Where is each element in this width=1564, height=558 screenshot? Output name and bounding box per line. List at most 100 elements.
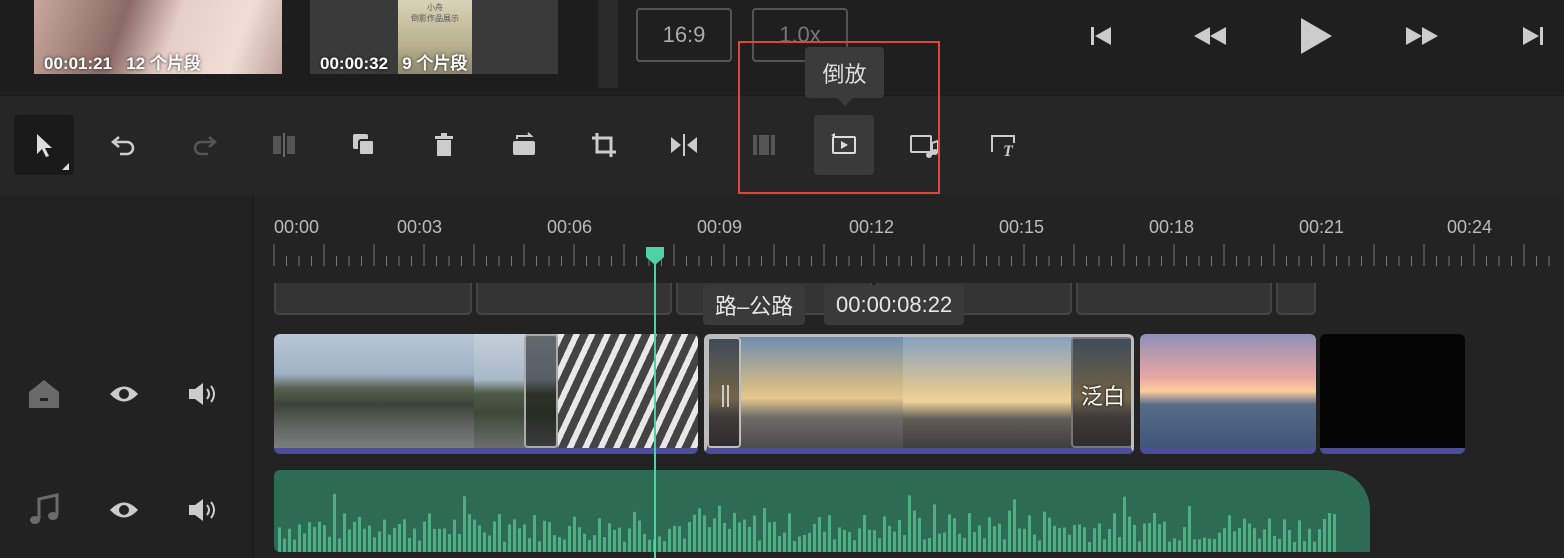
mirror-button[interactable] [654,115,714,175]
select-tool[interactable] [14,115,74,175]
waveform-bar [1213,538,1216,552]
waveform-bar [963,538,966,552]
waveform-bar [483,532,486,552]
waveform-bar [573,516,576,552]
timeline[interactable]: 00:00 00:03 00:06 00:09 00:12 00:15 00:1… [256,196,1564,558]
speaker-icon[interactable] [184,490,224,530]
text-button[interactable]: T [974,115,1034,175]
video-clip[interactable] [274,334,698,454]
waveform-bar [688,522,691,552]
waveform-bar [1188,506,1191,552]
waveform-bar [1193,539,1196,552]
skip-to-end-icon[interactable] [1518,14,1548,58]
waveform-bar [1003,539,1006,552]
undo-icon [111,136,135,156]
waveform-bar [1243,518,1246,552]
crop-button[interactable] [574,115,634,175]
waveform-bar [1123,496,1126,552]
home-icon[interactable] [24,374,64,414]
waveform-bar [383,519,386,552]
waveform-bar [278,527,281,552]
waveform-bar [1023,528,1026,552]
effect-block[interactable] [274,283,472,315]
waveform-bar [953,518,956,552]
speaker-icon[interactable] [184,374,224,414]
crop-icon [592,133,616,157]
waveform-bar [413,528,416,552]
waveform-bar [508,524,511,552]
replace-button[interactable] [494,115,554,175]
replace-icon [513,132,535,155]
waveform-bar [563,539,566,552]
copy-button[interactable] [334,115,394,175]
waveform-bar [693,514,696,552]
waveform-bar [988,517,991,552]
waveform-bar [758,540,761,552]
playhead-handle[interactable] [645,246,665,266]
effect-block[interactable] [1276,283,1316,315]
waveform-bar [1273,535,1276,552]
split-button[interactable] [254,115,314,175]
waveform-bar [1133,524,1136,552]
waveform-bar [1088,541,1091,552]
waveform-bar [738,522,741,552]
video-clip-selected[interactable]: 泛白 [704,334,1134,454]
media-thumbnail[interactable]: 小舟 倒影作品展示 00:00:32 9 个片段 [310,0,558,74]
waveform-bar [478,525,481,552]
waveform-bar [903,535,906,552]
waveform-bar [298,524,301,552]
waveform-bar [373,537,376,552]
waveform-bar [833,539,836,552]
playhead[interactable] [654,248,656,558]
audio-clip[interactable] [274,470,1370,552]
time-ruler[interactable] [256,244,1564,268]
waveform-bar [998,523,1001,552]
waveform-bar [1103,539,1106,552]
redo-button[interactable] [174,115,234,175]
trim-handle-left[interactable] [707,337,741,448]
waveform-bar [993,526,996,552]
waveform-bar [1308,528,1311,552]
video-clip[interactable] [1320,334,1465,454]
media-thumbnail[interactable]: 00:01:21 12 个片段 [34,0,282,74]
waveform-bar [1143,523,1146,552]
effect-block[interactable] [476,283,672,315]
eye-icon[interactable] [104,490,144,530]
effect-block[interactable] [1076,283,1272,315]
waveform-bar [638,520,641,552]
waveform-bar [1058,528,1061,552]
waveform-bar [828,515,831,552]
waveform-bar [613,529,616,552]
waveform-bar [448,534,451,552]
play-icon[interactable] [1296,14,1336,58]
waveform-bar [628,528,631,552]
eye-icon[interactable] [104,374,144,414]
undo-button[interactable] [94,115,154,175]
waveform-bar [1278,538,1281,552]
waveform-bar [1138,541,1141,552]
tick-label: 00:24 [1447,217,1493,237]
waveform-bar [443,528,446,552]
skip-to-start-icon[interactable] [1086,14,1116,58]
waveform-bar [348,529,351,552]
audio-waveform [278,493,1336,552]
aspect-ratio-button[interactable]: 16:9 [636,8,732,62]
delete-button[interactable] [414,115,474,175]
waveform-bar [338,538,341,552]
fast-forward-icon[interactable] [1402,14,1442,58]
waveform-bar [858,528,861,552]
waveform-bar [583,533,586,552]
video-clip[interactable] [1140,334,1316,454]
waveform-bar [283,538,286,552]
clip-frame [903,337,1073,448]
waveform-bar [838,527,841,552]
music-note-icon[interactable] [24,490,64,530]
waveform-bar [603,537,606,552]
trim-handle[interactable] [524,334,558,448]
waveform-bar [1038,540,1041,552]
waveform-bar [553,535,556,552]
waveform-bar [293,539,296,552]
rewind-icon[interactable] [1190,14,1230,58]
waveform-bar [598,518,601,552]
waveform-bar [1158,524,1161,552]
